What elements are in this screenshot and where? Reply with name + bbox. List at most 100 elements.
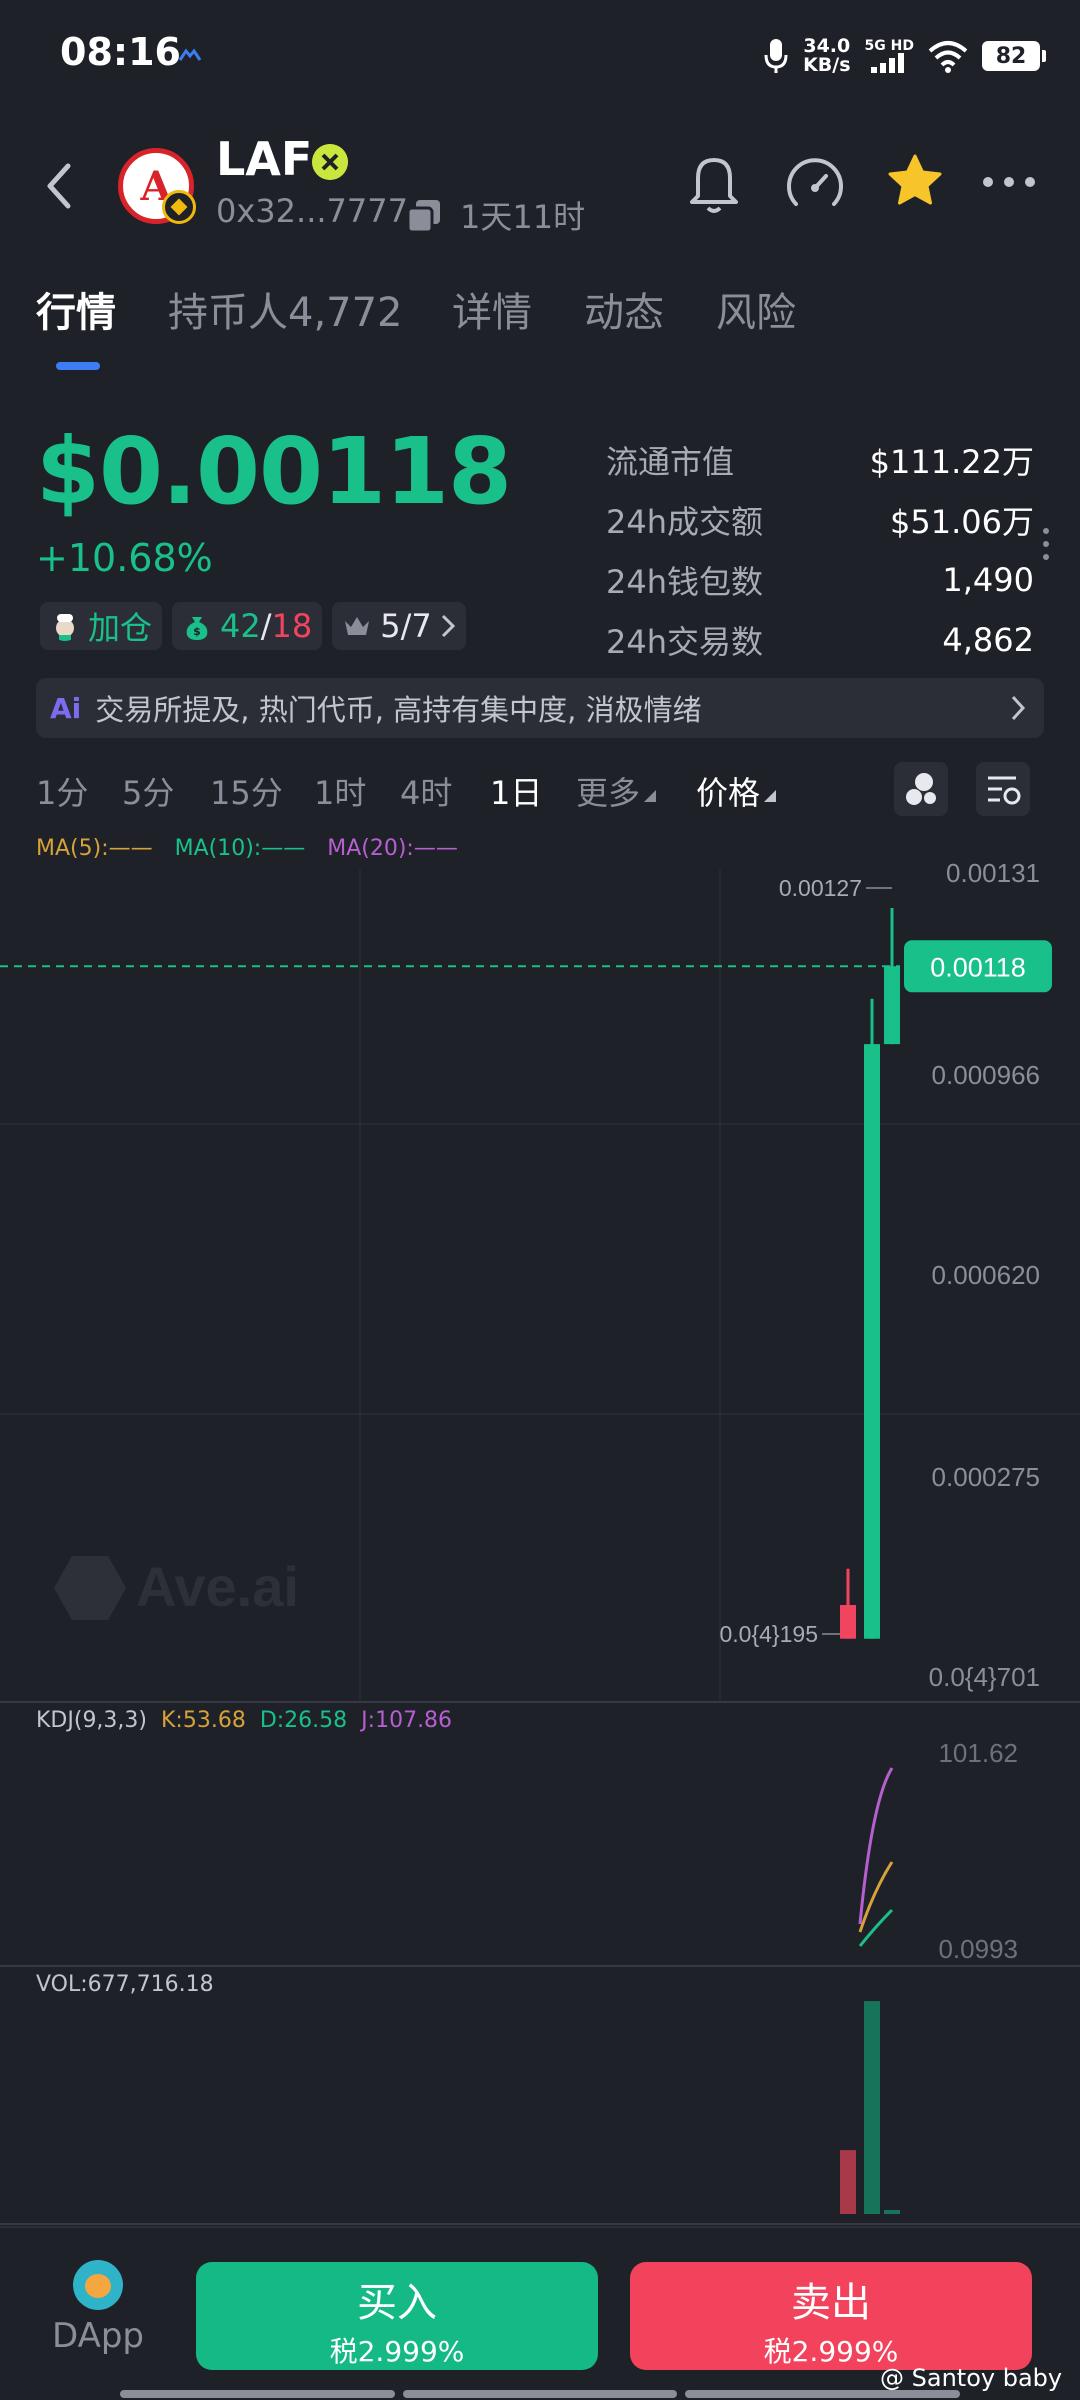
author-watermark: @ Santoy baby bbox=[880, 2364, 1063, 2392]
net-speed: 34.0 KB/s bbox=[803, 37, 850, 75]
smart-money-buy-count: 42 bbox=[220, 607, 261, 645]
stat-label: 24h钱包数 bbox=[606, 563, 764, 601]
stat-row: 流通市值 $111.22万 bbox=[606, 430, 1034, 490]
token-chips: 加仓 $ 42/18 5/7 bbox=[40, 602, 466, 650]
bell-icon[interactable] bbox=[684, 152, 744, 214]
chart-settings-button[interactable] bbox=[976, 762, 1030, 816]
ai-insight-text: 交易所提及, 热门代币, 高持有集中度, 消极情绪 bbox=[95, 693, 702, 727]
chef-icon bbox=[56, 614, 74, 641]
price-axis-label: 0.000275 bbox=[932, 1462, 1040, 1492]
tab-holders[interactable]: 持币人4,772 bbox=[168, 280, 403, 338]
price-mode-label: 价格 bbox=[696, 774, 761, 812]
timeframe-1h[interactable]: 1时 bbox=[314, 768, 366, 814]
stat-value: 4,862 bbox=[942, 621, 1034, 659]
caret-icon bbox=[644, 790, 657, 802]
token-symbol: LAF bbox=[216, 132, 313, 186]
stat-label: 24h成交额 bbox=[606, 503, 764, 541]
network-label: 5G HD bbox=[864, 38, 914, 54]
money-bag-icon: $ bbox=[186, 617, 208, 640]
status-time: 08:16 bbox=[60, 30, 181, 74]
status-right: 34.0 KB/s 5G HD 82 bbox=[763, 32, 1046, 80]
gauge-icon[interactable] bbox=[784, 156, 846, 214]
token-age: 1天11时 bbox=[460, 198, 586, 236]
stat-value: $111.22万 bbox=[869, 443, 1034, 481]
app-notification-icon bbox=[178, 48, 202, 61]
ave-watermark: Ave.ai bbox=[54, 1555, 299, 1620]
caret-icon bbox=[764, 790, 777, 802]
svg-text:$: $ bbox=[193, 625, 201, 638]
timeframe-row: 1分 5分 15分 1时 4时 1日 更多 价格 bbox=[36, 762, 1044, 818]
buy-label: 买入 bbox=[357, 2280, 437, 2326]
price-mode-toggle[interactable]: 价格 bbox=[696, 768, 778, 814]
add-position-chip[interactable]: 加仓 bbox=[40, 602, 163, 650]
price-chart[interactable]: Ave.ai 0.00131 0.000966 0.000620 0.000275 0.… bbox=[0, 850, 1080, 2230]
chevron-right-icon bbox=[1011, 695, 1026, 721]
ave-logo-icon bbox=[54, 1556, 126, 1620]
current-price-tag-text: 0.00118 bbox=[930, 952, 1026, 982]
home-indicator bbox=[120, 2390, 961, 2398]
timeframe-more-label: 更多 bbox=[576, 774, 641, 812]
top-holders-chip[interactable]: 5/7 bbox=[332, 602, 466, 650]
tab-risk[interactable]: 风险 bbox=[716, 280, 796, 338]
add-position-label: 加仓 bbox=[88, 609, 153, 647]
price-axis-label: 0.00131 bbox=[946, 858, 1040, 888]
indicator-toggle-button[interactable] bbox=[894, 762, 948, 816]
watermark-text: Ave.ai bbox=[136, 1555, 299, 1618]
chart-settings-icon bbox=[988, 776, 1021, 805]
volume-bars bbox=[840, 2001, 900, 2214]
timeframe-4h[interactable]: 4时 bbox=[400, 768, 452, 814]
volume-legend: VOL:677,716.18 bbox=[36, 1972, 214, 1997]
smart-money-sell-count: 18 bbox=[271, 607, 313, 645]
tab-details[interactable]: 详情 bbox=[452, 280, 532, 338]
mic-icon bbox=[764, 39, 788, 73]
chain-badge-icon bbox=[162, 190, 196, 224]
dapp-label: DApp bbox=[51, 2316, 144, 2356]
dapp-button[interactable]: DApp bbox=[46, 2260, 150, 2356]
volume-bar bbox=[840, 2150, 856, 2214]
kdj-k-value: K:53.68 bbox=[161, 1708, 246, 1733]
status-bar: 08:16 34.0 KB/s 5G HD 82 bbox=[0, 0, 1080, 110]
stat-row: 24h交易数 4,862 bbox=[606, 610, 1034, 670]
smart-money-separator: / bbox=[260, 607, 272, 645]
kdj-j-value: J:107.86 bbox=[361, 1708, 453, 1733]
stat-row: 24h钱包数 1,490 bbox=[606, 550, 1034, 610]
timeframe-5m[interactable]: 5分 bbox=[122, 768, 174, 814]
sell-button[interactable]: 卖出 税2.999% bbox=[630, 2262, 1032, 2370]
back-icon[interactable] bbox=[40, 158, 80, 214]
verified-icon bbox=[312, 144, 348, 180]
tab-market[interactable]: 行情 bbox=[36, 280, 116, 338]
signal-block: 5G HD bbox=[865, 39, 914, 73]
side-menu-dots-icon[interactable] bbox=[1040, 526, 1052, 562]
timeframe-1d[interactable]: 1日 bbox=[490, 768, 542, 814]
wifi-icon bbox=[928, 41, 968, 73]
buy-tax: 税2.999% bbox=[329, 2335, 465, 2368]
timeframe-more[interactable]: 更多 bbox=[576, 768, 658, 814]
more-icon[interactable] bbox=[982, 174, 1036, 190]
copy-icon[interactable] bbox=[406, 198, 442, 234]
kdj-axis-min: 0.0993 bbox=[938, 1934, 1018, 1964]
ai-insight-bar[interactable]: Ai 交易所提及, 热门代币, 高持有集中度, 消极情绪 bbox=[36, 678, 1044, 738]
bottom-action-bar: DApp 买入 税2.999% 卖出 税2.999% @ Santoy baby bbox=[0, 2226, 1080, 2400]
candle-body bbox=[884, 966, 900, 1045]
timeframe-15m[interactable]: 15分 bbox=[210, 768, 283, 814]
tab-activity[interactable]: 动态 bbox=[584, 280, 664, 338]
signal-icon bbox=[871, 53, 905, 73]
token-address[interactable]: 0x32...7777 bbox=[216, 192, 408, 230]
crown-icon bbox=[345, 617, 370, 635]
price-axis-label: 0.000620 bbox=[932, 1260, 1040, 1290]
tab-bar: 行情 持币人4,772 详情 动态 风险 bbox=[0, 280, 1080, 380]
pancake-icon bbox=[73, 2260, 123, 2310]
kdj-d-value: D:26.58 bbox=[259, 1708, 348, 1733]
timeframe-1m[interactable]: 1分 bbox=[36, 768, 88, 814]
stat-label: 流通市值 bbox=[606, 443, 735, 481]
chevron-right-icon bbox=[441, 614, 455, 638]
price-axis-label: 0.0{4}701 bbox=[929, 1662, 1040, 1692]
bubbles-icon bbox=[906, 773, 936, 805]
smart-money-chip[interactable]: $ 42/18 bbox=[172, 602, 323, 650]
buy-button[interactable]: 买入 税2.999% bbox=[196, 2262, 598, 2370]
stat-value: 1,490 bbox=[942, 561, 1034, 599]
high-label: 0.00127 bbox=[779, 875, 862, 901]
star-icon[interactable] bbox=[886, 152, 944, 210]
volume-bar bbox=[884, 2210, 900, 2214]
battery-indicator: 82 bbox=[982, 41, 1046, 71]
